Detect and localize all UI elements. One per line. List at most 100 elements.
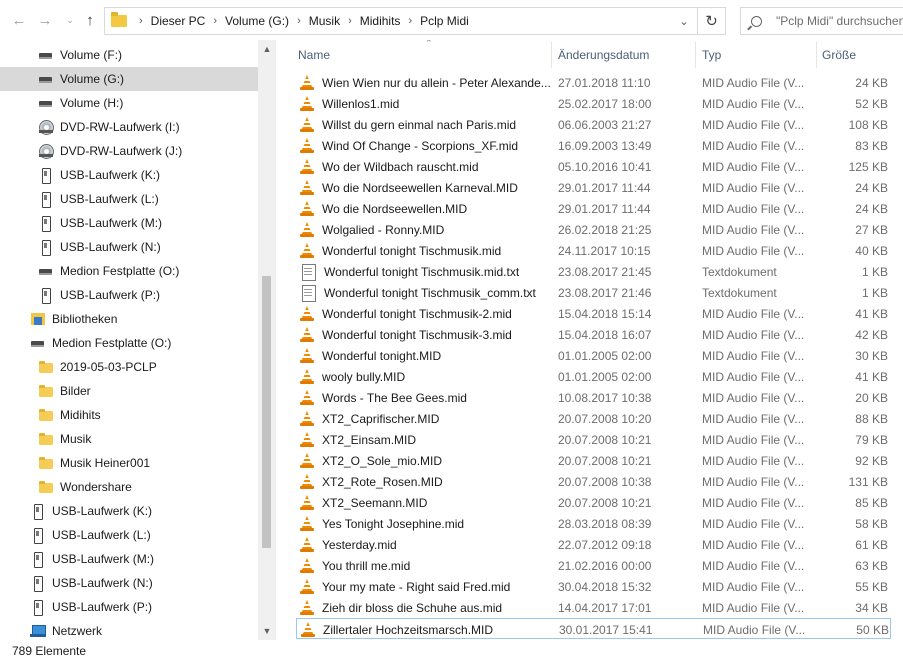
- chevron-down-icon[interactable]: ⌄: [671, 8, 697, 34]
- file-row[interactable]: Willst du gern einmal nach Paris.mid 06.0…: [296, 114, 891, 135]
- file-row[interactable]: Wonderful tonight Tischmusik.mid 24.11.20…: [296, 240, 891, 261]
- file-row[interactable]: Wonderful tonight Tischmusik-3.mid 15.04.…: [296, 324, 891, 345]
- sidebar-item[interactable]: Netzwerk: [0, 619, 258, 640]
- sidebar-item[interactable]: 2019-05-03-PCLP: [0, 355, 258, 379]
- sidebar-item[interactable]: Volume (F:): [0, 43, 258, 67]
- address-bar[interactable]: › Dieser PC › Volume (G:) › Musik › Midihits › Pc…: [104, 7, 698, 35]
- sidebar-item[interactable]: USB-Laufwerk (P:): [0, 283, 258, 307]
- sidebar-item-label: Midihits: [60, 408, 101, 422]
- file-row[interactable]: Wonderful tonight.MID 01.01.2005 02:00 MID…: [296, 345, 891, 366]
- sidebar-item[interactable]: Bilder: [0, 379, 258, 403]
- file-name-cell: wooly bully.MID: [300, 366, 552, 387]
- chevron-right-icon[interactable]: ›: [348, 15, 352, 27]
- sidebar-item[interactable]: Midihits: [0, 403, 258, 427]
- file-row[interactable]: Zieh dir bloss die Schuhe aus.mid 14.04.2…: [296, 597, 891, 618]
- sidebar-item[interactable]: USB-Laufwerk (K:): [0, 163, 258, 187]
- file-row[interactable]: XT2_O_Sole_mio.MID 20.07.2008 10:21 MID Au…: [296, 450, 891, 471]
- refresh-button[interactable]: ↻: [698, 7, 726, 35]
- vlc-icon: [300, 137, 314, 154]
- sidebar-item[interactable]: Wondershare: [0, 475, 258, 499]
- up-arrow-icon[interactable]: ↑: [81, 10, 99, 30]
- sidebar-item[interactable]: USB-Laufwerk (N:): [0, 571, 258, 595]
- file-row[interactable]: Wo die Nordseewellen Karneval.MID 29.01.2…: [296, 177, 891, 198]
- file-row[interactable]: XT2_Rote_Rosen.MID 20.07.2008 10:38 MID Au…: [296, 471, 891, 492]
- file-row[interactable]: Wien Wien nur du allein - Peter Alexande…: [296, 72, 891, 93]
- file-type: MID Audio File (V...: [702, 432, 805, 447]
- sidebar-item[interactable]: Musik: [0, 427, 258, 451]
- vlc-icon: [300, 179, 314, 196]
- file-row[interactable]: Wo die Nordseewellen.MID 29.01.2017 11:44…: [296, 198, 891, 219]
- scroll-down-arrow-icon[interactable]: ▼: [258, 622, 276, 640]
- file-row[interactable]: You thrill me.mid 21.02.2016 00:00 MID Aud…: [296, 555, 891, 576]
- file-row[interactable]: Wolgalied - Ronny.MID 26.02.2018 21:25 MID…: [296, 219, 891, 240]
- sidebar-item[interactable]: USB-Laufwerk (L:): [0, 523, 258, 547]
- file-date: 25.02.2017 18:00: [558, 96, 652, 111]
- file-row[interactable]: Willenlos1.mid 25.02.2017 18:00 MID Audio …: [296, 93, 891, 114]
- file-row[interactable]: XT2_Seemann.MID 20.07.2008 10:21 MID Audio…: [296, 492, 891, 513]
- sidebar-item[interactable]: USB-Laufwerk (L:): [0, 187, 258, 211]
- file-name-cell: Willst du gern einmal nach Paris.mid: [300, 114, 552, 135]
- breadcrumb-item[interactable]: Dieser PC: [151, 14, 206, 28]
- file-name: Wo die Nordseewellen.MID: [322, 201, 468, 216]
- file-name: Wind Of Change - Scorpions_XF.mid: [322, 138, 519, 153]
- sidebar-item[interactable]: USB-Laufwerk (P:): [0, 595, 258, 619]
- file-name: Wonderful tonight Tischmusik-2.mid: [322, 306, 512, 321]
- sidebar-item[interactable]: Medion Festplatte (O:): [0, 331, 258, 355]
- breadcrumb-item[interactable]: Volume (G:): [225, 14, 289, 28]
- column-divider[interactable]: [695, 42, 696, 68]
- sidebar-item[interactable]: DVD-RW-Laufwerk (J:): [0, 139, 258, 163]
- back-arrow-icon[interactable]: ←: [10, 10, 28, 30]
- column-header-size[interactable]: Größe: [822, 40, 892, 70]
- file-row[interactable]: Wonderful tonight Tischmusik-2.mid 15.04.…: [296, 303, 891, 324]
- column-divider[interactable]: [816, 42, 817, 68]
- chevron-right-icon[interactable]: ›: [297, 15, 301, 27]
- sidebar-item[interactable]: USB-Laufwerk (N:): [0, 235, 258, 259]
- file-date: 20.07.2008 10:21: [558, 432, 652, 447]
- column-header-date[interactable]: Änderungsdatum: [558, 40, 694, 70]
- sidebar-scrollbar-thumb[interactable]: [262, 276, 271, 548]
- sidebar-item[interactable]: USB-Laufwerk (M:): [0, 211, 258, 235]
- sidebar-item[interactable]: Volume (H:): [0, 91, 258, 115]
- file-row[interactable]: Zillertaler Hochzeitsmarsch.MID 30.01.201…: [296, 618, 891, 639]
- usb-icon: [30, 503, 46, 520]
- chevron-right-icon[interactable]: ›: [213, 15, 217, 27]
- file-row[interactable]: Your my mate - Right said Fred.mid 30.04.…: [296, 576, 891, 597]
- file-row[interactable]: Wo der Wildbach rauscht.mid 05.10.2016 10…: [296, 156, 891, 177]
- file-size: 83 KB: [855, 138, 888, 153]
- file-row[interactable]: Wind Of Change - Scorpions_XF.mid 16.09.2…: [296, 135, 891, 156]
- file-row[interactable]: Wonderful tonight Tischmusik.mid.txt 23.0…: [296, 261, 891, 282]
- file-date: 26.02.2018 21:25: [558, 222, 652, 237]
- chevron-right-icon[interactable]: ›: [139, 15, 143, 27]
- column-header-type[interactable]: Typ: [702, 40, 812, 70]
- file-row[interactable]: Yes Tonight Josephine.mid 28.03.2018 08:3…: [296, 513, 891, 534]
- file-row[interactable]: XT2_Einsam.MID 20.07.2008 10:21 MID Audio …: [296, 429, 891, 450]
- file-name-cell: You thrill me.mid: [300, 555, 552, 576]
- sidebar-item[interactable]: USB-Laufwerk (M:): [0, 547, 258, 571]
- file-row[interactable]: Yesterday.mid 22.07.2012 09:18 MID Audio F…: [296, 534, 891, 555]
- file-row[interactable]: Wonderful tonight Tischmusik_comm.txt 23.…: [296, 282, 891, 303]
- sidebar-item[interactable]: Medion Festplatte (O:): [0, 259, 258, 283]
- breadcrumb-item[interactable]: Musik: [309, 14, 340, 28]
- column-divider[interactable]: [551, 42, 552, 68]
- vlc-icon: [300, 473, 314, 490]
- file-row[interactable]: wooly bully.MID 01.01.2005 02:00 MID Audio…: [296, 366, 891, 387]
- sidebar-item[interactable]: USB-Laufwerk (K:): [0, 499, 258, 523]
- sidebar-item[interactable]: Bibliotheken: [0, 307, 258, 331]
- file-size: 55 KB: [855, 579, 888, 594]
- file-size: 58 KB: [855, 516, 888, 531]
- sidebar-item[interactable]: DVD-RW-Laufwerk (I:): [0, 115, 258, 139]
- sidebar-item[interactable]: Volume (G:): [0, 67, 258, 91]
- file-size: 108 KB: [848, 117, 888, 132]
- chevron-right-icon[interactable]: ›: [408, 15, 412, 27]
- column-header-name[interactable]: ⌃ Name: [298, 40, 550, 70]
- recent-locations-chevron-icon[interactable]: ⌄: [61, 10, 79, 30]
- file-name: XT2_Caprifischer.MID: [322, 411, 440, 426]
- scroll-up-arrow-icon[interactable]: ▲: [258, 40, 276, 58]
- breadcrumb-item[interactable]: Pclp Midi: [420, 14, 469, 28]
- sidebar-item[interactable]: Musik Heiner001: [0, 451, 258, 475]
- breadcrumb-item[interactable]: Midihits: [360, 14, 401, 28]
- file-row[interactable]: Words - The Bee Gees.mid 10.08.2017 10:38…: [296, 387, 891, 408]
- forward-arrow-icon[interactable]: →: [36, 10, 54, 30]
- file-row[interactable]: XT2_Caprifischer.MID 20.07.2008 10:20 MID …: [296, 408, 891, 429]
- search-input[interactable]: "Pclp Midi" durchsuchen: [740, 7, 903, 35]
